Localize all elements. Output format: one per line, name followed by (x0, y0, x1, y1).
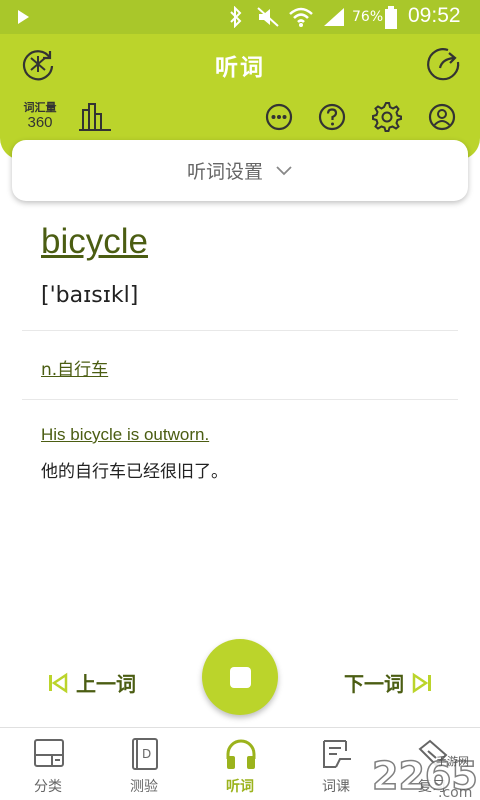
share-icon[interactable] (426, 46, 462, 82)
tab-listen-label: 听词 (226, 779, 254, 795)
watermark-subtitle: 手游网 (436, 755, 469, 768)
word-meaning[interactable]: n.自行车 (41, 355, 108, 380)
tab-lesson-label: 词课 (322, 779, 350, 795)
mute-icon (257, 7, 279, 27)
tab-review-label: 复习 (418, 779, 446, 795)
tab-category-label: 分类 (34, 779, 62, 795)
divider (22, 330, 458, 331)
listen-settings-label: 听词设置 (186, 161, 263, 183)
vocab-count: 360 (27, 114, 53, 131)
previous-word-label: 上一词 (76, 672, 136, 696)
headphones-icon (226, 739, 256, 769)
status-bar: 76% 09:52 (0, 0, 480, 34)
skip-next-icon (412, 672, 431, 693)
media-play-icon (18, 10, 29, 24)
tab-lesson[interactable]: 词课 (288, 728, 384, 800)
word-headword[interactable]: bicycle (41, 222, 148, 262)
settings-gear-icon[interactable] (371, 101, 403, 133)
word-phonetic: ['baɪsɪkl] (41, 283, 139, 308)
next-word-button[interactable]: 下一词 (344, 668, 432, 697)
listen-settings-dropdown[interactable]: 听词设置 (12, 140, 468, 201)
user-profile-icon[interactable] (427, 102, 457, 132)
clock-time: 09:52 (408, 4, 461, 27)
divider (22, 399, 458, 400)
vocab-counter[interactable]: 词汇量 360 (20, 101, 60, 132)
vocab-label: 词汇量 (23, 101, 57, 114)
page-title: 听词 (215, 55, 265, 81)
bluetooth-icon (230, 6, 242, 28)
tab-category[interactable]: 分类 (0, 728, 96, 800)
signal-icon (324, 8, 344, 26)
next-word-label: 下一词 (344, 672, 404, 696)
lesson-icon (323, 740, 351, 768)
example-sentence-en[interactable]: His bicycle is outworn. (41, 425, 209, 445)
quiz-book-icon: D (132, 738, 158, 770)
battery-icon (385, 6, 397, 29)
tab-quiz-label: 测验 (130, 779, 158, 795)
chat-bubble-icon[interactable] (264, 102, 294, 132)
battery-percent: 76% (352, 9, 384, 25)
wifi-icon (289, 7, 313, 27)
bottom-tab-bar: 分类 D 测验 听词 词课 复习 (0, 727, 480, 800)
svg-text:D: D (142, 747, 151, 761)
stop-button[interactable] (202, 639, 278, 715)
stop-icon (230, 667, 251, 688)
tab-quiz[interactable]: D 测验 (96, 728, 192, 800)
category-icon (34, 739, 64, 767)
skip-previous-icon (49, 672, 68, 693)
example-sentence-zh: 他的自行车已经很旧了。 (41, 462, 228, 482)
tab-listen[interactable]: 听词 (192, 728, 288, 800)
previous-word-button[interactable]: 上一词 (48, 668, 136, 697)
help-icon[interactable] (317, 102, 347, 132)
stats-chart-icon[interactable] (78, 102, 112, 132)
chevron-down-icon (276, 165, 292, 175)
